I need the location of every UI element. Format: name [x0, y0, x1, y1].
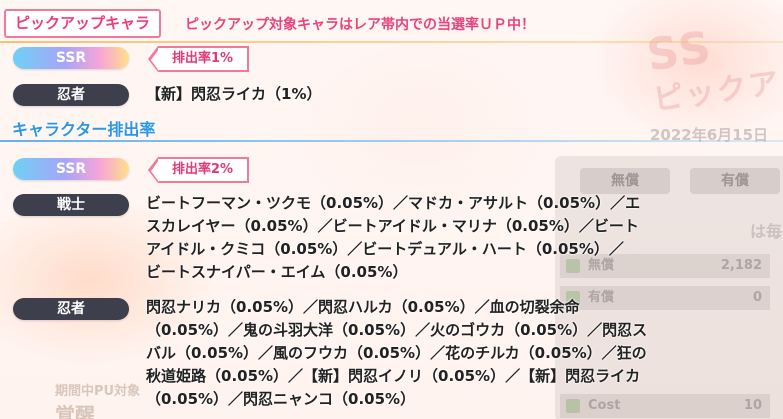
pickup-class-pill: 忍者	[13, 84, 129, 106]
pickup-title: ピックアップキャラ	[4, 9, 162, 38]
rates-overlay: ピックアップキャラ ピックアップ対象キャラはレア帯内での当選率ＵＰ中！ SSR …	[0, 0, 783, 419]
group-list-ninja: 閃忍ナリカ（0.05%）／閃忍ハルカ（0.05%）／血の切裂余命 （0.05%）…	[146, 298, 648, 408]
header-divider	[0, 41, 783, 43]
group-class-pill-warrior: 戦士	[13, 194, 129, 216]
pickup-header: ピックアップキャラ ピックアップ対象キャラはレア帯内での当選率ＵＰ中！	[0, 6, 783, 43]
pickup-entry: 【新】閃忍ライカ（1%）	[146, 85, 322, 103]
section-title: キャラクター排出率	[12, 120, 156, 139]
group-list-warrior: ビートフーマン・ツクモ（0.05%）／マドカ・アサルト（0.05%）／エ スカレ…	[146, 194, 641, 281]
section-divider	[0, 140, 783, 142]
group-class-pill-ninja: 忍者	[13, 298, 129, 320]
rates-rate-tag: 排出率2%	[147, 157, 250, 183]
pickup-note: ピックアップ対象キャラはレア帯内での当選率ＵＰ中！	[185, 17, 535, 33]
rates-rarity-pill: SSR	[13, 158, 129, 180]
pickup-rate-tag: 排出率1%	[147, 46, 250, 72]
pickup-rarity-pill: SSR	[13, 47, 129, 69]
